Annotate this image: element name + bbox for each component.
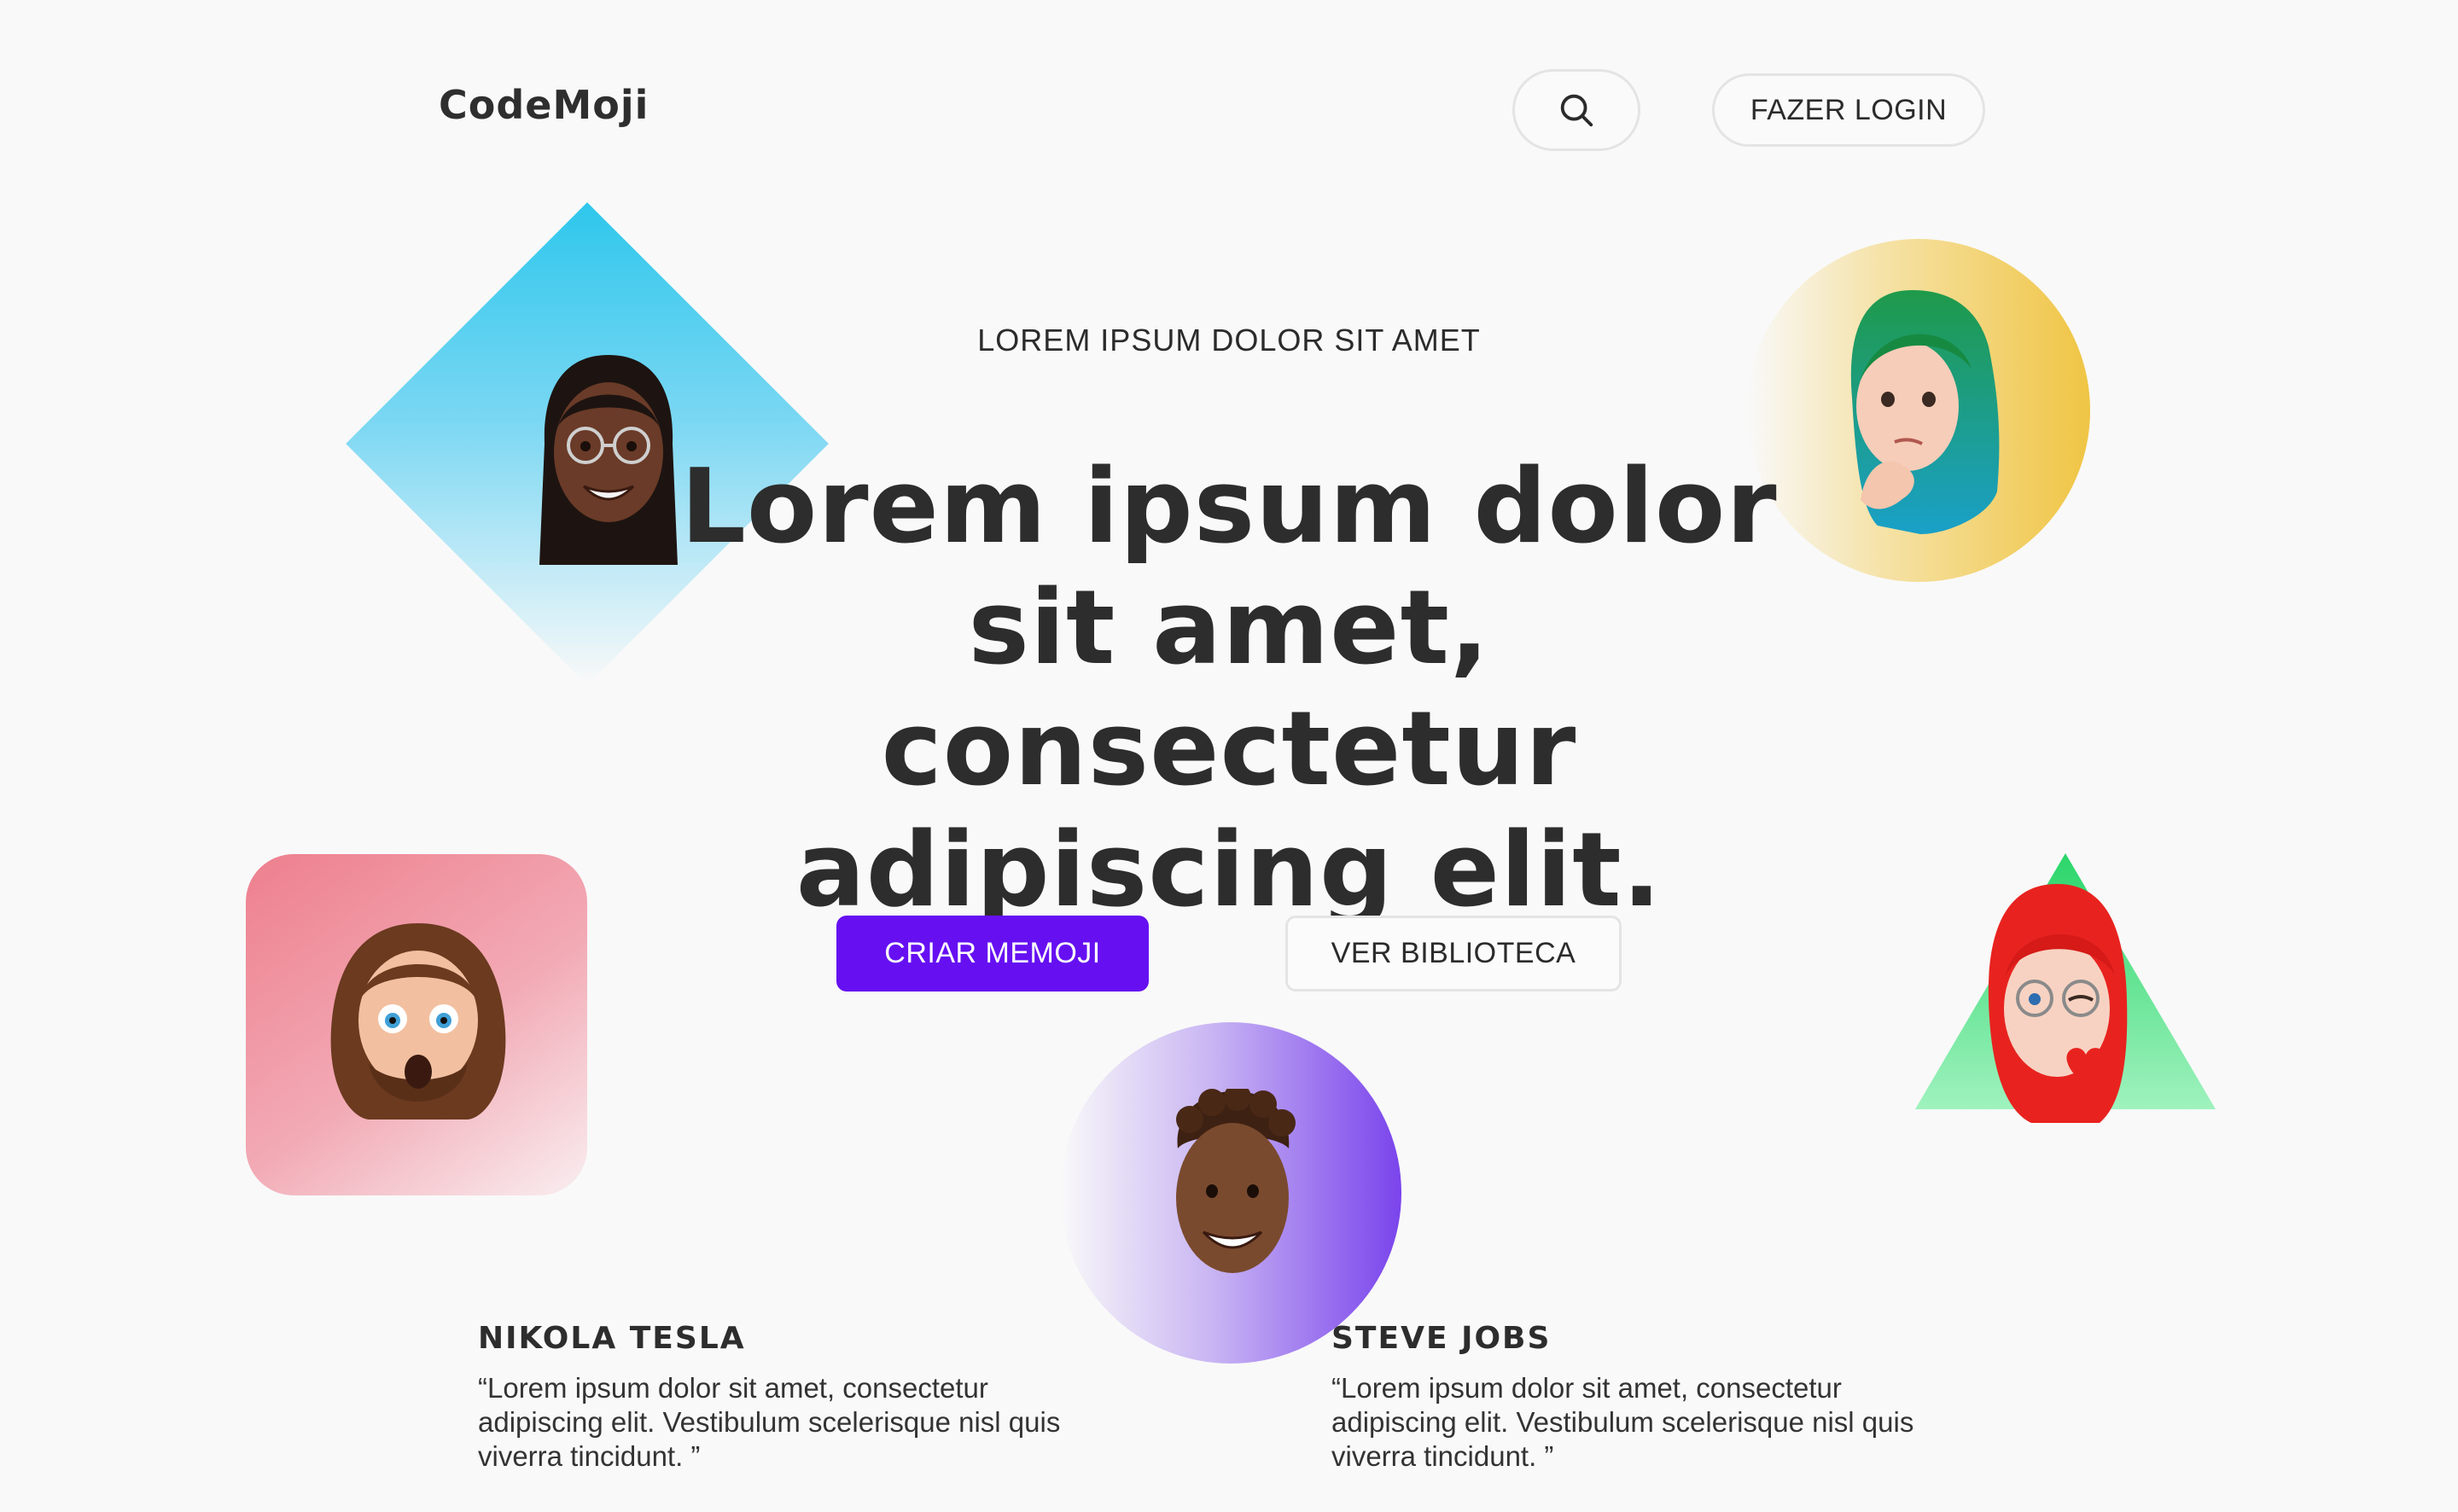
testimonial-author: NIKOLA TESLA [478,1321,746,1356]
search-icon [1560,94,1593,127]
hero-kicker: LOREM IPSUM DOLOR SIT AMET [977,323,1481,358]
memoji-avatar-red-hair-winking [1988,884,2128,1123]
search-button[interactable] [1512,69,1640,151]
testimonial-quote: “Lorem ipsum dolor sit amet, consectetur… [478,1372,1061,1472]
logo[interactable]: CodeMoji [439,82,649,128]
testimonial-quote: “Lorem ipsum dolor sit amet, consectetur… [1331,1372,1914,1472]
memoji-avatar-bearded-surprised [330,923,506,1119]
testimonial-author: STEVE JOBS [1331,1321,1552,1356]
view-library-button[interactable]: VER BIBLIOTECA [1285,916,1622,992]
login-button[interactable]: FAZER LOGIN [1712,73,1985,147]
testimonial-card: NIKOLA TESLA “Lorem ipsum dolor sit amet… [478,1321,1161,1474]
create-memoji-button[interactable]: CRIAR MEMOJI [836,916,1149,992]
memoji-avatar-teal-hair-thinking [1850,290,2000,534]
memoji-avatar-curly-hair-smiling [1176,1089,1296,1273]
testimonial-card: STEVE JOBS “Lorem ipsum dolor sit amet, … [1331,1321,2014,1474]
hero-headline: Lorem ipsum dolor sit amet, consectetur … [680,448,1778,930]
